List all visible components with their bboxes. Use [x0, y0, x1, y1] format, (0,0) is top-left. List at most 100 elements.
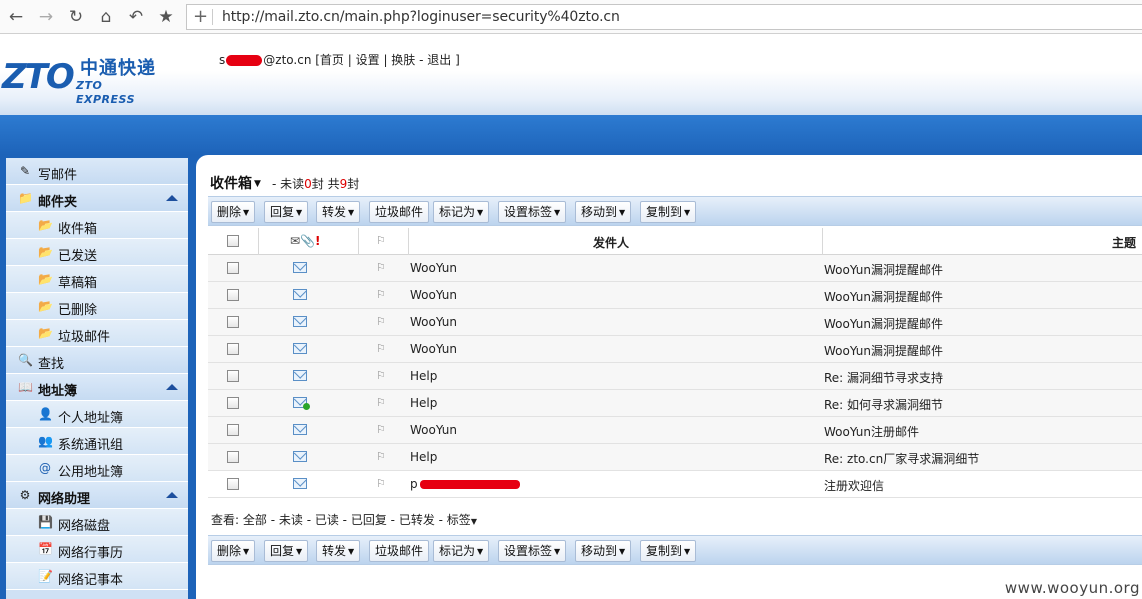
row-subject[interactable]: Re: 如何寻求漏洞细节: [824, 396, 943, 413]
skin-link[interactable]: 换肤: [391, 53, 415, 67]
junk-button[interactable]: 垃圾邮件: [369, 540, 430, 562]
copy-to-button[interactable]: 复制到 ▼: [640, 201, 697, 223]
sidebar-group-label: 邮件夹: [38, 195, 78, 210]
table-row[interactable]: ⚐ Help Re: zto.cn厂家寻求漏洞细节: [208, 444, 1142, 471]
sidebar-item-label: 已发送: [58, 249, 98, 264]
row-subject[interactable]: Re: 漏洞细节寻求支持: [824, 369, 943, 386]
sidebar-group-folders[interactable]: 📁 邮件夹: [6, 185, 188, 212]
reply-button[interactable]: 回复 ▼: [264, 201, 309, 223]
star-icon[interactable]: ★: [155, 6, 177, 28]
sidebar-item-junk[interactable]: 📂 垃圾邮件: [6, 320, 188, 347]
row-subject[interactable]: WooYun漏洞提醒邮件: [824, 288, 943, 305]
move-to-button[interactable]: 移动到 ▼: [575, 201, 632, 223]
flag-icon[interactable]: ⚐: [376, 315, 386, 328]
home-icon[interactable]: ⌂: [95, 6, 117, 28]
row-subject[interactable]: WooYun漏洞提醒邮件: [824, 261, 943, 278]
subject-column-header[interactable]: 主题: [1112, 234, 1136, 251]
table-row[interactable]: ⚐ WooYun WooYun漏洞提醒邮件: [208, 282, 1142, 309]
row-checkbox[interactable]: [227, 370, 239, 382]
collapse-icon[interactable]: [166, 384, 178, 390]
new-tab-icon[interactable]: +: [193, 6, 208, 28]
row-checkbox[interactable]: [227, 262, 239, 274]
row-checkbox[interactable]: [227, 424, 239, 436]
row-subject[interactable]: WooYun漏洞提醒邮件: [824, 342, 943, 359]
status-header-icons[interactable]: ✉📎!: [290, 234, 321, 248]
forward-button[interactable]: 转发 ▼: [316, 201, 361, 223]
delete-button[interactable]: 删除 ▼: [211, 201, 256, 223]
sidebar-item-net-notes[interactable]: 📝 网络记事本: [6, 563, 188, 590]
mark-as-button[interactable]: 标记为 ▼: [433, 201, 490, 223]
row-checkbox[interactable]: [227, 289, 239, 301]
flag-icon[interactable]: ⚐: [376, 288, 386, 301]
sender-column-header[interactable]: 发件人: [593, 234, 629, 251]
row-subject[interactable]: Re: zto.cn厂家寻求漏洞细节: [824, 450, 979, 467]
flag-icon[interactable]: ⚐: [376, 261, 386, 274]
row-checkbox[interactable]: [227, 316, 239, 328]
history-icon[interactable]: ↶: [125, 6, 147, 28]
row-subject[interactable]: WooYun注册邮件: [824, 423, 919, 440]
sidebar-item-inbox[interactable]: 📂 收件箱: [6, 212, 188, 239]
filter-replied[interactable]: 已回复: [351, 513, 387, 527]
table-row[interactable]: ⚐ p 注册欢迎信: [208, 471, 1142, 498]
set-tag-button[interactable]: 设置标签 ▼: [498, 540, 567, 562]
flag-icon[interactable]: ⚐: [376, 396, 386, 409]
copy-to-button[interactable]: 复制到 ▼: [640, 540, 697, 562]
collapse-icon[interactable]: [166, 195, 178, 201]
flag-icon[interactable]: ⚐: [376, 423, 386, 436]
reload-icon[interactable]: ↻: [65, 6, 87, 28]
table-row[interactable]: ⚐ WooYun WooYun漏洞提醒邮件: [208, 309, 1142, 336]
delete-button[interactable]: 删除 ▼: [211, 540, 256, 562]
row-subject[interactable]: WooYun漏洞提醒邮件: [824, 315, 943, 332]
sidebar-item-personal-address[interactable]: 👤 个人地址簿: [6, 401, 188, 428]
move-to-button[interactable]: 移动到 ▼: [575, 540, 632, 562]
table-row[interactable]: ⚐ WooYun WooYun注册邮件: [208, 417, 1142, 444]
flag-icon[interactable]: ⚐: [376, 477, 386, 490]
sidebar-item-net-disk[interactable]: 💾 网络磁盘: [6, 509, 188, 536]
sidebar-item-sent[interactable]: 📂 已发送: [6, 239, 188, 266]
sidebar-group-net[interactable]: ⚙ 网络助理: [6, 482, 188, 509]
set-tag-button[interactable]: 设置标签 ▼: [498, 201, 567, 223]
logout-link[interactable]: 退出: [427, 53, 451, 67]
table-row[interactable]: ⚐ Help Re: 漏洞细节寻求支持: [208, 363, 1142, 390]
mark-as-button[interactable]: 标记为 ▼: [433, 540, 490, 562]
junk-button[interactable]: 垃圾邮件: [369, 201, 430, 223]
flag-icon[interactable]: ⚐: [376, 450, 386, 463]
folder-title[interactable]: 收件箱 ▼: [210, 173, 261, 193]
sidebar-item-net-calendar[interactable]: 📅 网络行事历: [6, 536, 188, 563]
flag-icon[interactable]: ⚐: [376, 369, 386, 382]
url-text[interactable]: http://mail.zto.cn/main.php?loginuser=se…: [222, 9, 620, 25]
filter-all[interactable]: 全部: [243, 513, 267, 527]
filter-forwarded[interactable]: 已转发: [399, 513, 435, 527]
sidebar-item-public-address[interactable]: @ 公用地址簿: [6, 455, 188, 482]
back-icon[interactable]: ←: [5, 6, 27, 28]
table-row[interactable]: ⚐ WooYun WooYun漏洞提醒邮件: [208, 336, 1142, 363]
flag-header-icon[interactable]: ⚐: [376, 234, 386, 247]
address-bar[interactable]: + http://mail.zto.cn/main.php?loginuser=…: [186, 4, 1142, 30]
reply-button[interactable]: 回复 ▼: [264, 540, 309, 562]
forward-button[interactable]: 转发 ▼: [316, 540, 361, 562]
settings-link[interactable]: 设置: [356, 53, 380, 67]
filter-unread[interactable]: 未读: [279, 513, 303, 527]
row-checkbox[interactable]: [227, 343, 239, 355]
collapse-icon[interactable]: [166, 492, 178, 498]
chevron-down-icon: ▼: [254, 179, 261, 189]
table-row[interactable]: ⚐ WooYun WooYun漏洞提醒邮件: [208, 255, 1142, 282]
row-checkbox[interactable]: [227, 451, 239, 463]
sidebar-item-system-groups[interactable]: 👥 系统通讯组: [6, 428, 188, 455]
filter-tag[interactable]: 标签: [447, 513, 471, 527]
sidebar-group-address[interactable]: 📖 地址簿: [6, 374, 188, 401]
select-all-checkbox[interactable]: [227, 235, 239, 247]
sidebar-item-drafts[interactable]: 📂 草稿箱: [6, 266, 188, 293]
home-link[interactable]: 首页: [320, 53, 344, 67]
row-sender: WooYun: [410, 261, 458, 275]
row-checkbox[interactable]: [227, 397, 239, 409]
sidebar-item-search[interactable]: 🔍 查找: [6, 347, 188, 374]
flag-icon[interactable]: ⚐: [376, 342, 386, 355]
sidebar-item-compose[interactable]: ✎ 写邮件: [6, 158, 188, 185]
row-checkbox[interactable]: [227, 478, 239, 490]
forward-icon[interactable]: →: [35, 6, 57, 28]
sidebar-item-deleted[interactable]: 📂 已删除: [6, 293, 188, 320]
table-row[interactable]: ⚐ Help Re: 如何寻求漏洞细节: [208, 390, 1142, 417]
row-subject[interactable]: 注册欢迎信: [824, 477, 884, 494]
filter-read[interactable]: 已读: [315, 513, 339, 527]
